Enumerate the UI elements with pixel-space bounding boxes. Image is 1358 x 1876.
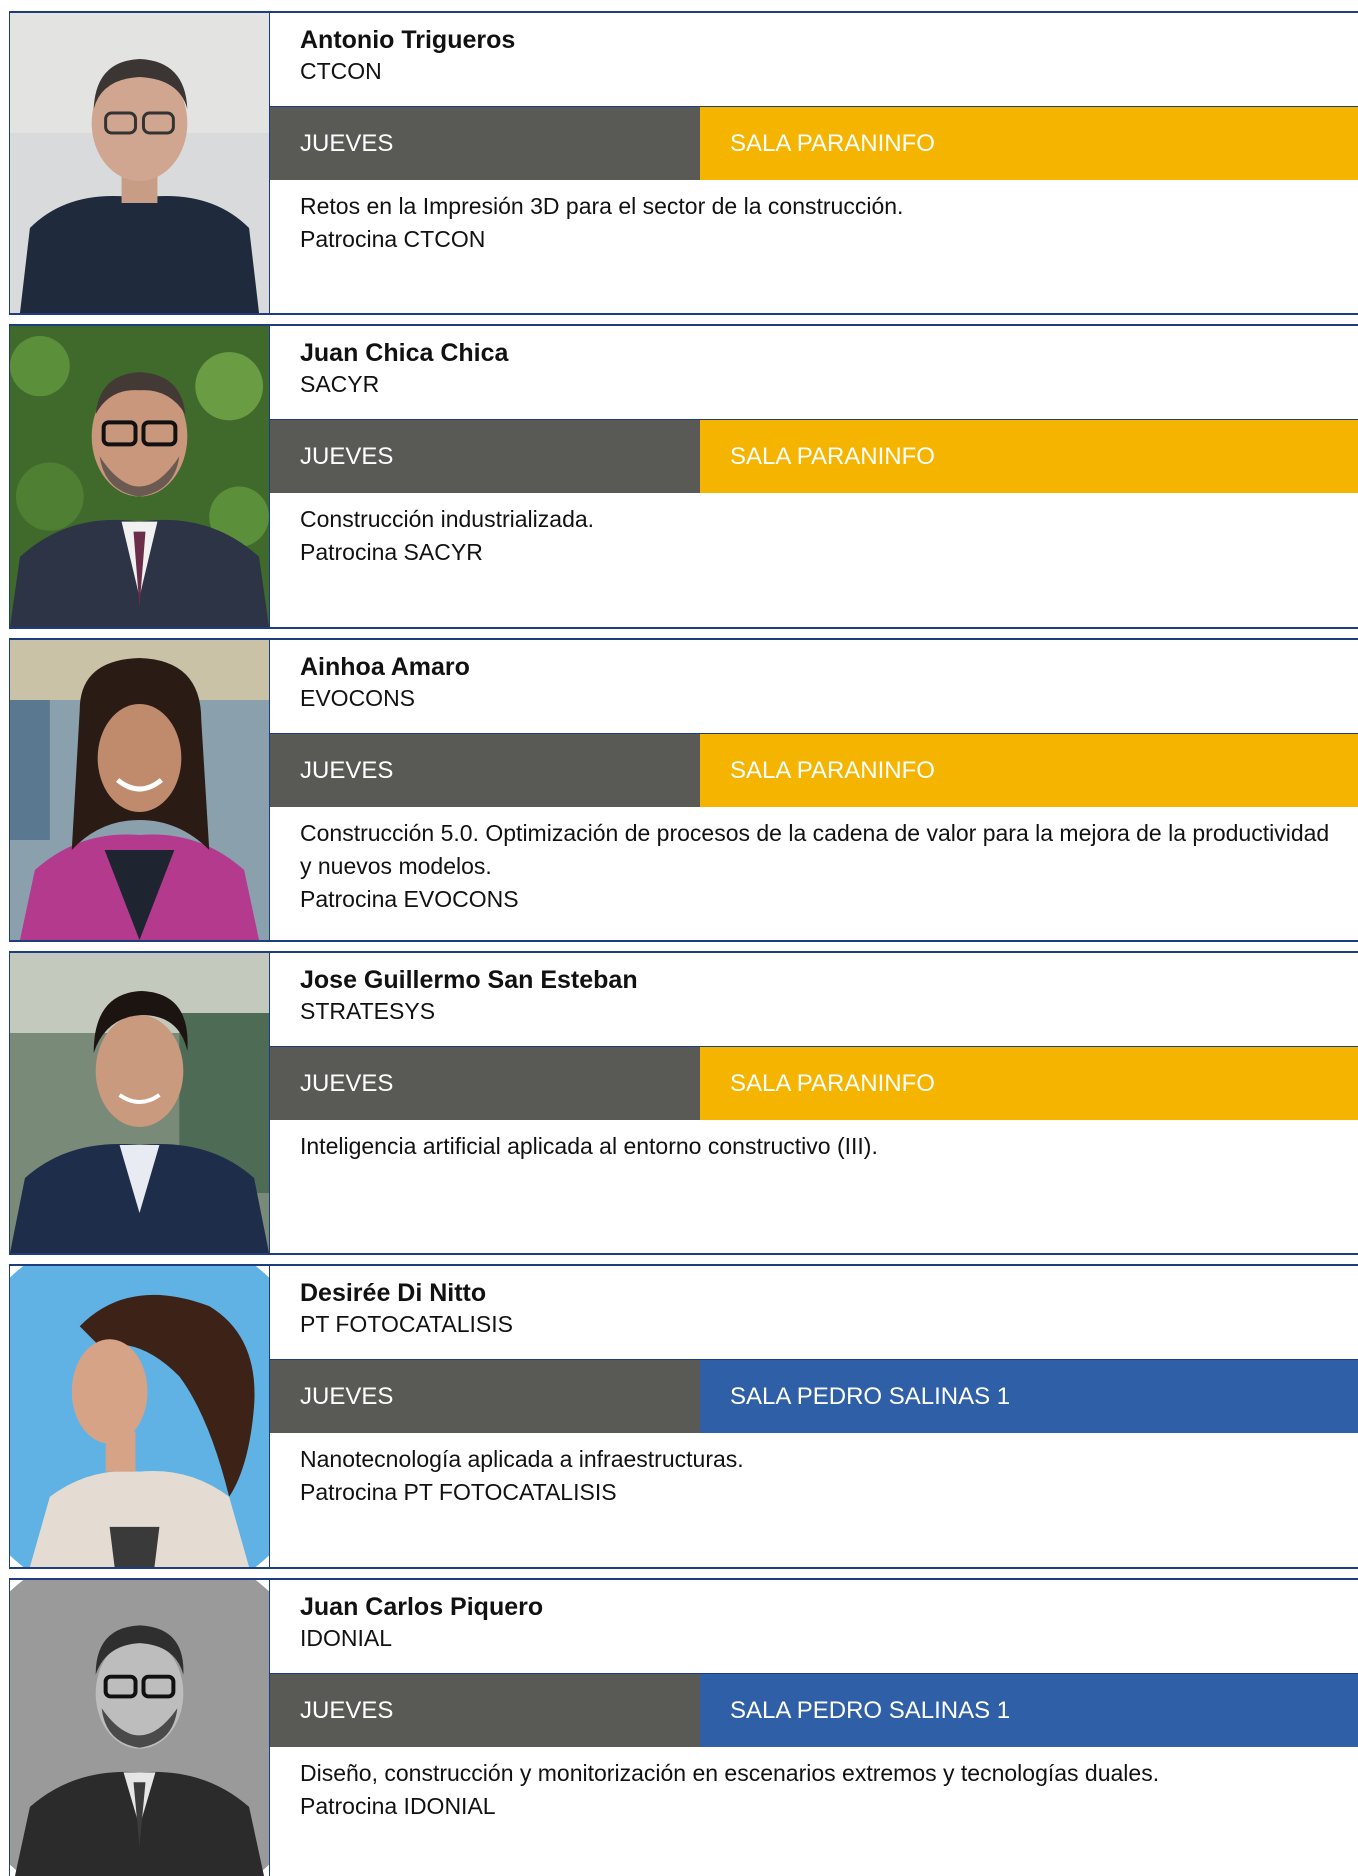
session-room: SALA PEDRO SALINAS 1 bbox=[700, 1674, 1358, 1747]
speaker-name: Antonio Trigueros bbox=[300, 26, 516, 54]
session-title: Inteligencia artificial aplicada al ento… bbox=[300, 1133, 878, 1159]
session-day: JUEVES bbox=[270, 1360, 700, 1433]
speaker-organization: STRATESYS bbox=[300, 998, 436, 1024]
session-bar: JUEVES SALA PEDRO SALINAS 1 bbox=[270, 1673, 1358, 1747]
session-title: Nanotecnología aplicada a infraestructur… bbox=[300, 1446, 744, 1472]
session-sponsor: Patrocina IDONIAL bbox=[300, 1793, 496, 1819]
session-room: SALA PARANINFO bbox=[700, 1047, 1358, 1120]
speaker-card-2: Juan Chica Chica SACYR JUEVES SALA PARAN… bbox=[9, 324, 1358, 629]
speaker-card-6: Juan Carlos Piquero IDONIAL JUEVES SALA … bbox=[9, 1578, 1358, 1876]
speaker-organization: PT FOTOCATALISIS bbox=[300, 1311, 514, 1337]
session-description-block: Diseño, construcción y monitorización en… bbox=[300, 1757, 1342, 1823]
speaker-photo-5 bbox=[10, 1266, 270, 1567]
session-bar: JUEVES SALA PARANINFO bbox=[270, 1046, 1358, 1120]
session-room: SALA PARANINFO bbox=[700, 107, 1358, 180]
speaker-card-5: Desirée Di Nitto PT FOTOCATALISIS JUEVES… bbox=[9, 1264, 1358, 1569]
session-title: Construcción industrializada. bbox=[300, 506, 595, 532]
session-description-block: Nanotecnología aplicada a infraestructur… bbox=[300, 1443, 1342, 1509]
session-sponsor: Patrocina EVOCONS bbox=[300, 886, 519, 912]
session-room: SALA PEDRO SALINAS 1 bbox=[700, 1360, 1358, 1433]
session-day: JUEVES bbox=[270, 734, 700, 807]
speaker-name: Ainhoa Amaro bbox=[300, 653, 470, 681]
speaker-photo-4 bbox=[10, 953, 270, 1253]
speaker-info-5: Desirée Di Nitto PT FOTOCATALISIS JUEVES… bbox=[270, 1266, 1358, 1567]
session-sponsor: Patrocina PT FOTOCATALISIS bbox=[300, 1479, 617, 1505]
speaker-info-6: Juan Carlos Piquero IDONIAL JUEVES SALA … bbox=[270, 1580, 1358, 1876]
session-title: Diseño, construcción y monitorización en… bbox=[300, 1760, 1160, 1786]
session-title: Construcción 5.0. Optimización de proces… bbox=[300, 820, 1330, 879]
speaker-organization: IDONIAL bbox=[300, 1625, 393, 1651]
speaker-organization: EVOCONS bbox=[300, 685, 416, 711]
session-day: JUEVES bbox=[270, 420, 700, 493]
speaker-info-4: Jose Guillermo San Esteban STRATESYS JUE… bbox=[270, 953, 1358, 1253]
speaker-photo-3 bbox=[10, 640, 270, 940]
speaker-name: Jose Guillermo San Esteban bbox=[300, 966, 638, 994]
session-description-block: Retos en la Impresión 3D para el sector … bbox=[300, 190, 1342, 256]
speaker-photo-2 bbox=[10, 326, 270, 627]
session-room: SALA PARANINFO bbox=[700, 734, 1358, 807]
session-description-block: Inteligencia artificial aplicada al ento… bbox=[300, 1130, 1342, 1163]
speaker-card-3: Ainhoa Amaro EVOCONS JUEVES SALA PARANIN… bbox=[9, 638, 1358, 942]
speaker-name: Juan Carlos Piquero bbox=[300, 1593, 544, 1621]
speaker-organization: CTCON bbox=[300, 58, 382, 84]
session-room: SALA PARANINFO bbox=[700, 420, 1358, 493]
speaker-name: Desirée Di Nitto bbox=[300, 1279, 487, 1307]
speaker-photo-1 bbox=[10, 13, 270, 313]
speaker-photo-6 bbox=[10, 1580, 270, 1876]
session-description-block: Construcción industrializada. Patrocina … bbox=[300, 503, 1342, 569]
session-bar: JUEVES SALA PARANINFO bbox=[270, 419, 1358, 493]
session-title: Retos en la Impresión 3D para el sector … bbox=[300, 193, 904, 219]
speaker-info-3: Ainhoa Amaro EVOCONS JUEVES SALA PARANIN… bbox=[270, 640, 1358, 940]
session-day: JUEVES bbox=[270, 1674, 700, 1747]
session-day: JUEVES bbox=[270, 1047, 700, 1120]
session-sponsor: Patrocina CTCON bbox=[300, 226, 486, 252]
session-sponsor: Patrocina SACYR bbox=[300, 539, 483, 565]
speaker-card-4: Jose Guillermo San Esteban STRATESYS JUE… bbox=[9, 951, 1358, 1255]
session-description-block: Construcción 5.0. Optimización de proces… bbox=[300, 817, 1342, 916]
session-day: JUEVES bbox=[270, 107, 700, 180]
session-bar: JUEVES SALA PEDRO SALINAS 1 bbox=[270, 1359, 1358, 1433]
speaker-organization: SACYR bbox=[300, 371, 380, 397]
speaker-info-2: Juan Chica Chica SACYR JUEVES SALA PARAN… bbox=[270, 326, 1358, 627]
speaker-name: Juan Chica Chica bbox=[300, 339, 509, 367]
session-bar: JUEVES SALA PARANINFO bbox=[270, 733, 1358, 807]
speaker-card-1: Antonio Trigueros CTCON JUEVES SALA PARA… bbox=[9, 11, 1358, 315]
speaker-info-1: Antonio Trigueros CTCON JUEVES SALA PARA… bbox=[270, 13, 1358, 313]
session-bar: JUEVES SALA PARANINFO bbox=[270, 106, 1358, 180]
